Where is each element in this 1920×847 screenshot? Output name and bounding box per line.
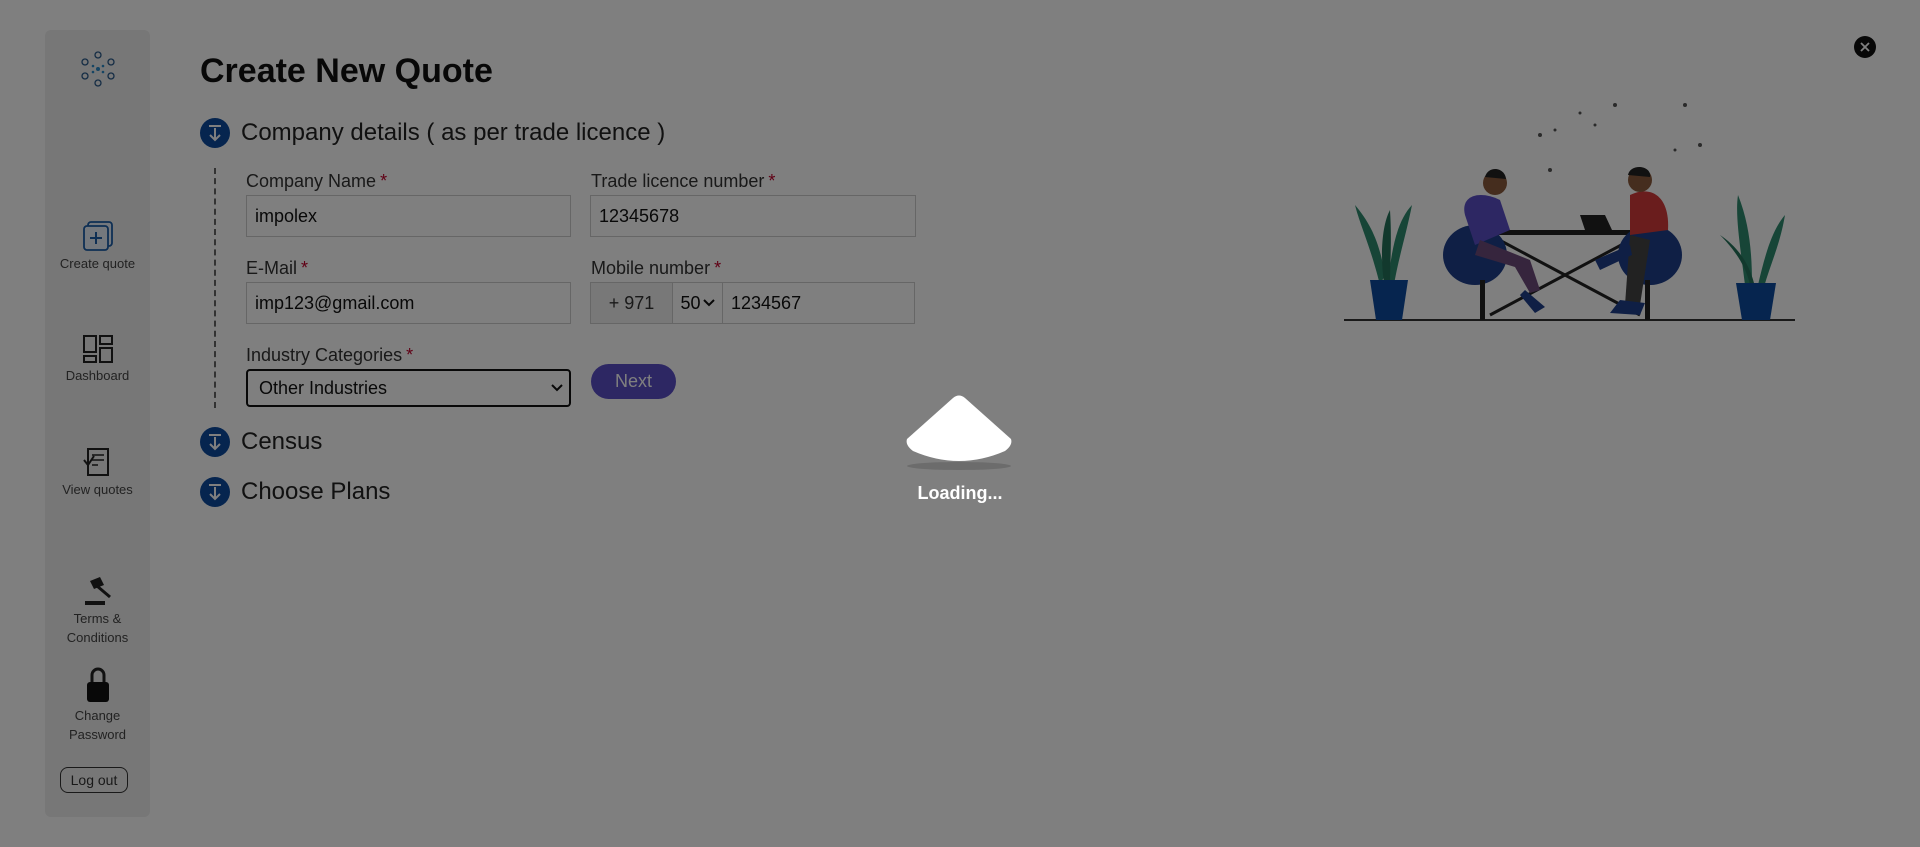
loading-spinner-icon (906, 395, 1012, 470)
loading-text: Loading... (917, 483, 1003, 503)
loading-overlay: Loading... (0, 0, 1920, 847)
